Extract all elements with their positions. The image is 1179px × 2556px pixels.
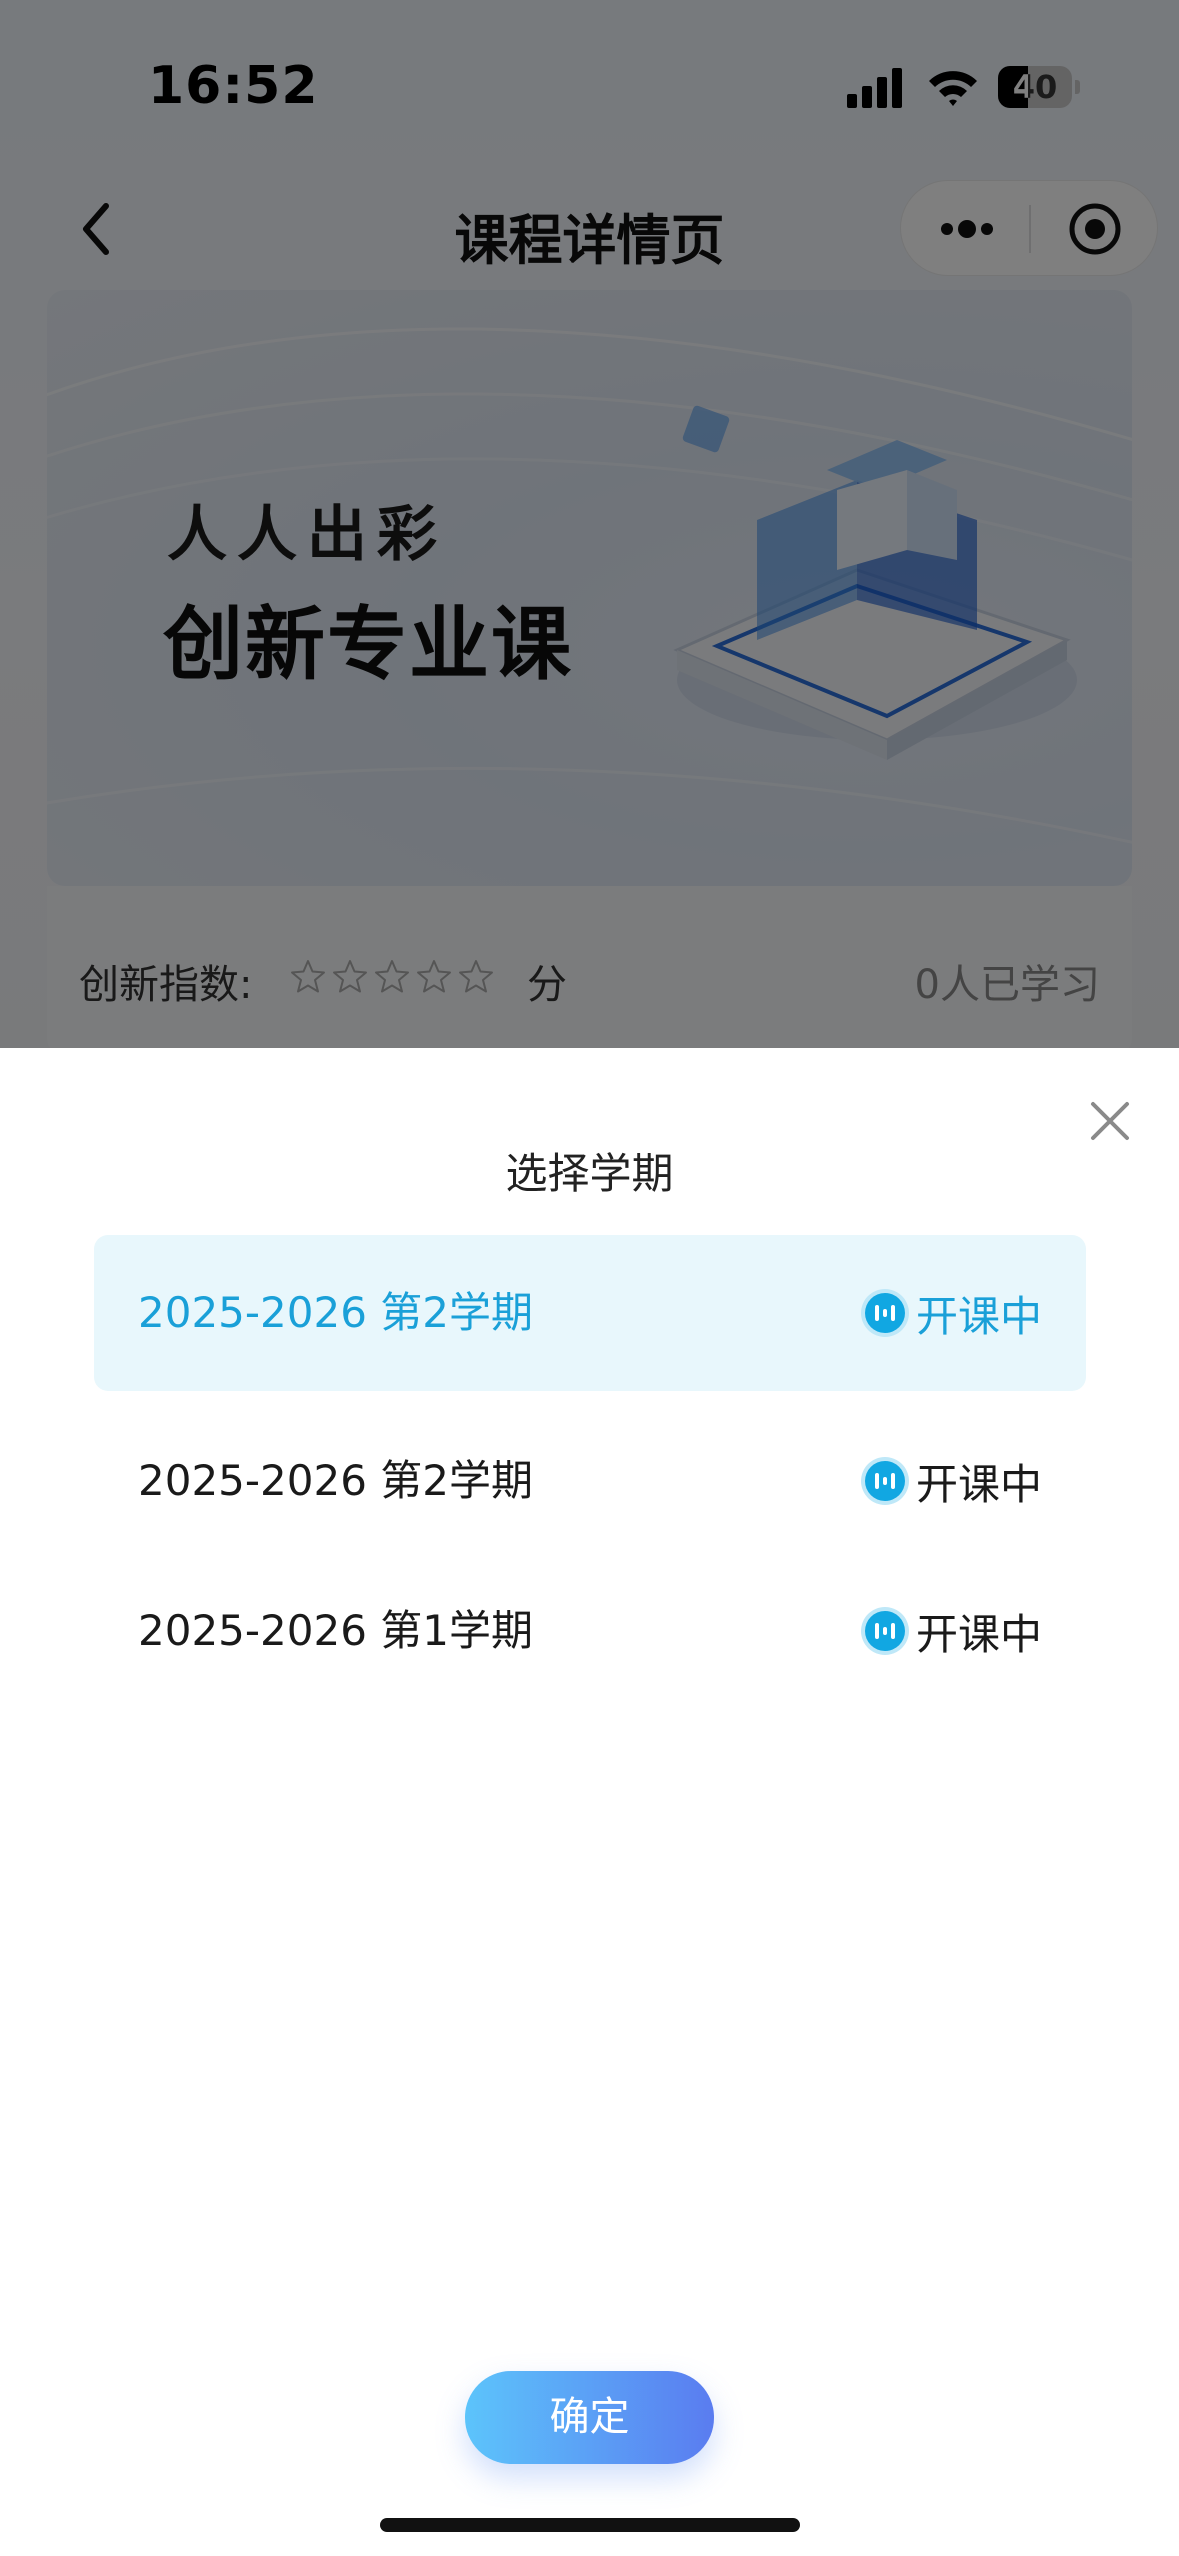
live-icon (860, 1289, 909, 1337)
term-option[interactable]: 2025-2026 第2学期 开课中 (94, 1235, 1086, 1391)
term-picker-sheet: 选择学期 2025-2026 第2学期 开课中 2025-2026 第2学期 开… (0, 1048, 1179, 2556)
term-name: 2025-2026 第1学期 (138, 1606, 534, 1655)
live-icon (860, 1607, 909, 1655)
home-indicator (380, 2518, 800, 2532)
modal-overlay[interactable] (0, 0, 1179, 1048)
term-status: 开课中 (860, 1553, 1042, 1709)
term-status: 开课中 (860, 1235, 1042, 1391)
course-detail-page: 16:52 40 课程详情页 (0, 0, 1179, 1056)
sheet-title: 选择学期 (505, 1149, 674, 1198)
live-icon (860, 1457, 909, 1505)
status-label: 开课中 (915, 1609, 1042, 1659)
status-label: 开课中 (915, 1459, 1042, 1509)
term-name: 2025-2026 第2学期 (138, 1456, 534, 1505)
status-label: 开课中 (915, 1291, 1042, 1341)
term-status: 开课中 (860, 1403, 1042, 1559)
confirm-button[interactable]: 确定 (465, 2371, 714, 2464)
term-name: 2025-2026 第2学期 (138, 1288, 534, 1337)
close-icon[interactable] (1085, 1096, 1135, 1146)
term-option[interactable]: 2025-2026 第2学期 开课中 (94, 1403, 1086, 1559)
term-option[interactable]: 2025-2026 第1学期 开课中 (94, 1553, 1086, 1709)
